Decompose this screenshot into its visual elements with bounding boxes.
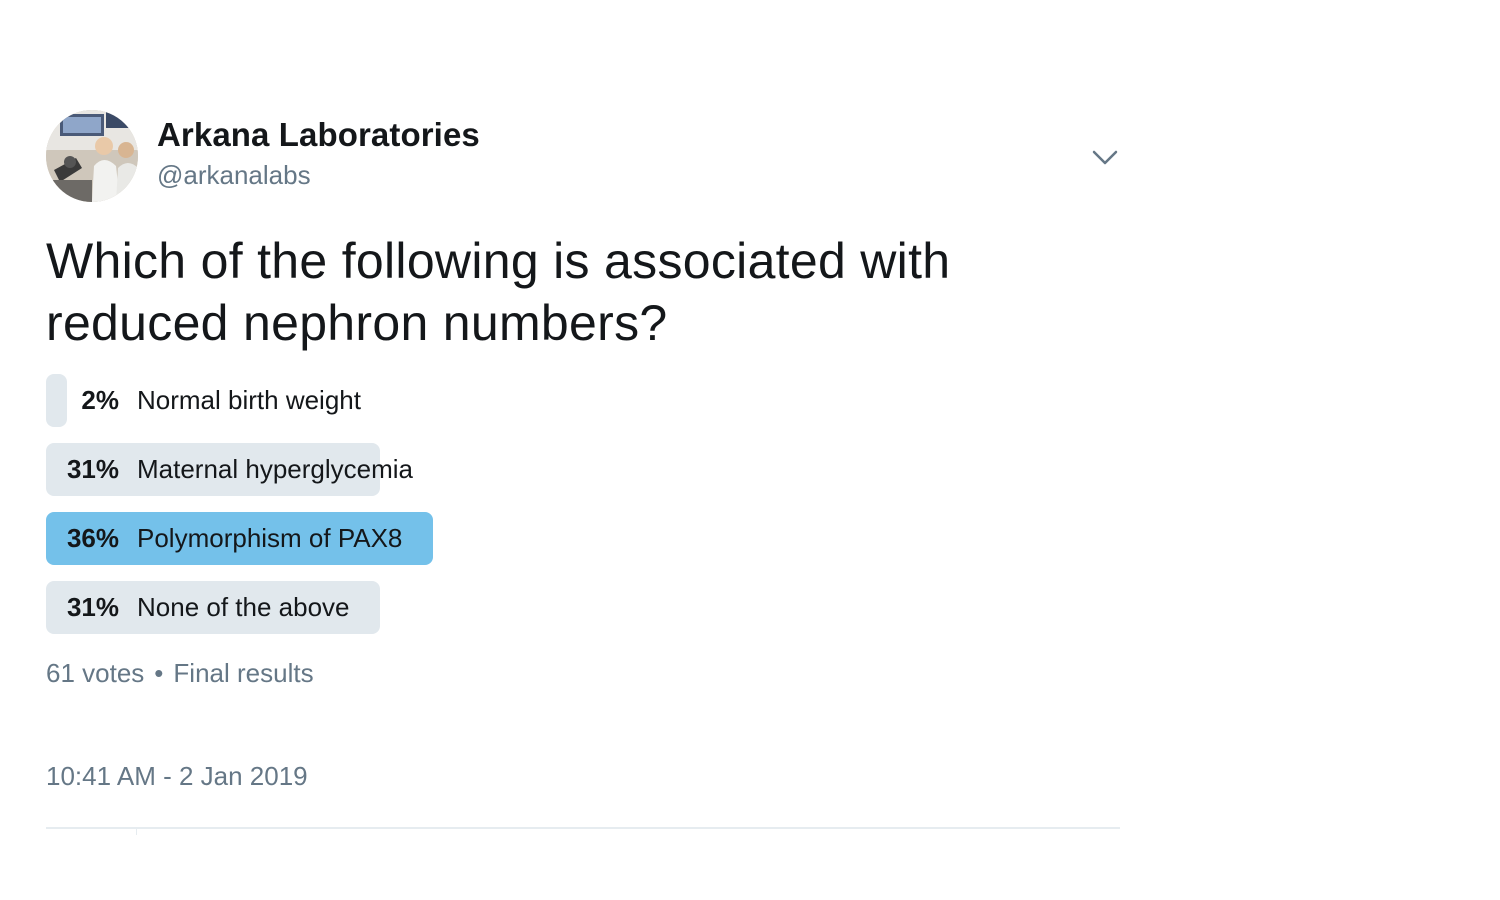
- divider: [46, 827, 1120, 829]
- author-handle[interactable]: @arkanalabs: [157, 160, 311, 191]
- vote-count: 61 votes: [46, 658, 145, 688]
- poll-status: Final results: [173, 658, 314, 688]
- poll-choice-content: 2% Normal birth weight: [46, 374, 361, 427]
- tweet-text-line: Which of the following is associated wit…: [46, 233, 951, 289]
- poll-percent: 31%: [66, 592, 119, 622]
- poll-choice-content: 36% Polymorphism of PAX8: [46, 512, 402, 565]
- poll-percent: 36%: [66, 523, 119, 553]
- poll-choice-label: None of the above: [137, 592, 350, 622]
- lab-photo-avatar: [46, 110, 138, 202]
- poll-choice[interactable]: 31% None of the above: [46, 581, 1120, 634]
- poll-choice-label: Normal birth weight: [137, 385, 361, 415]
- divider-tick: [136, 829, 137, 835]
- tweet-header: Arkana Laboratories @arkanalabs: [46, 108, 1120, 204]
- avatar[interactable]: [46, 110, 138, 202]
- poll-choice[interactable]: 31% Maternal hyperglycemia: [46, 443, 1120, 496]
- separator-dot: •: [154, 658, 164, 688]
- poll-choice[interactable]: 2% Normal birth weight: [46, 374, 1120, 427]
- poll-choice-label: Maternal hyperglycemia: [137, 454, 414, 484]
- poll: 2% Normal birth weight 31% Maternal hyperg…: [46, 374, 1120, 634]
- tweet-text: Which of the following is associated wit…: [46, 230, 1120, 354]
- tweet-timestamp[interactable]: 10:41 AM - 2 Jan 2019: [46, 761, 1120, 792]
- chevron-down-icon[interactable]: [1090, 142, 1120, 172]
- poll-choice-label: Polymorphism of PAX8: [137, 523, 403, 553]
- poll-percent: 2%: [81, 385, 119, 415]
- poll-choice-content: 31% None of the above: [46, 581, 350, 634]
- poll-percent: 31%: [66, 454, 119, 484]
- poll-choice-content: 31% Maternal hyperglycemia: [46, 443, 413, 496]
- tweet-card: Arkana Laboratories @arkanalabs Which of…: [46, 108, 1120, 792]
- poll-meta: 61 votes • Final results: [46, 658, 1120, 689]
- author-name[interactable]: Arkana Laboratories: [157, 116, 480, 154]
- tweet-text-line: reduced nephron numbers?: [46, 295, 668, 351]
- poll-choice-winner[interactable]: 36% Polymorphism of PAX8: [46, 512, 1120, 565]
